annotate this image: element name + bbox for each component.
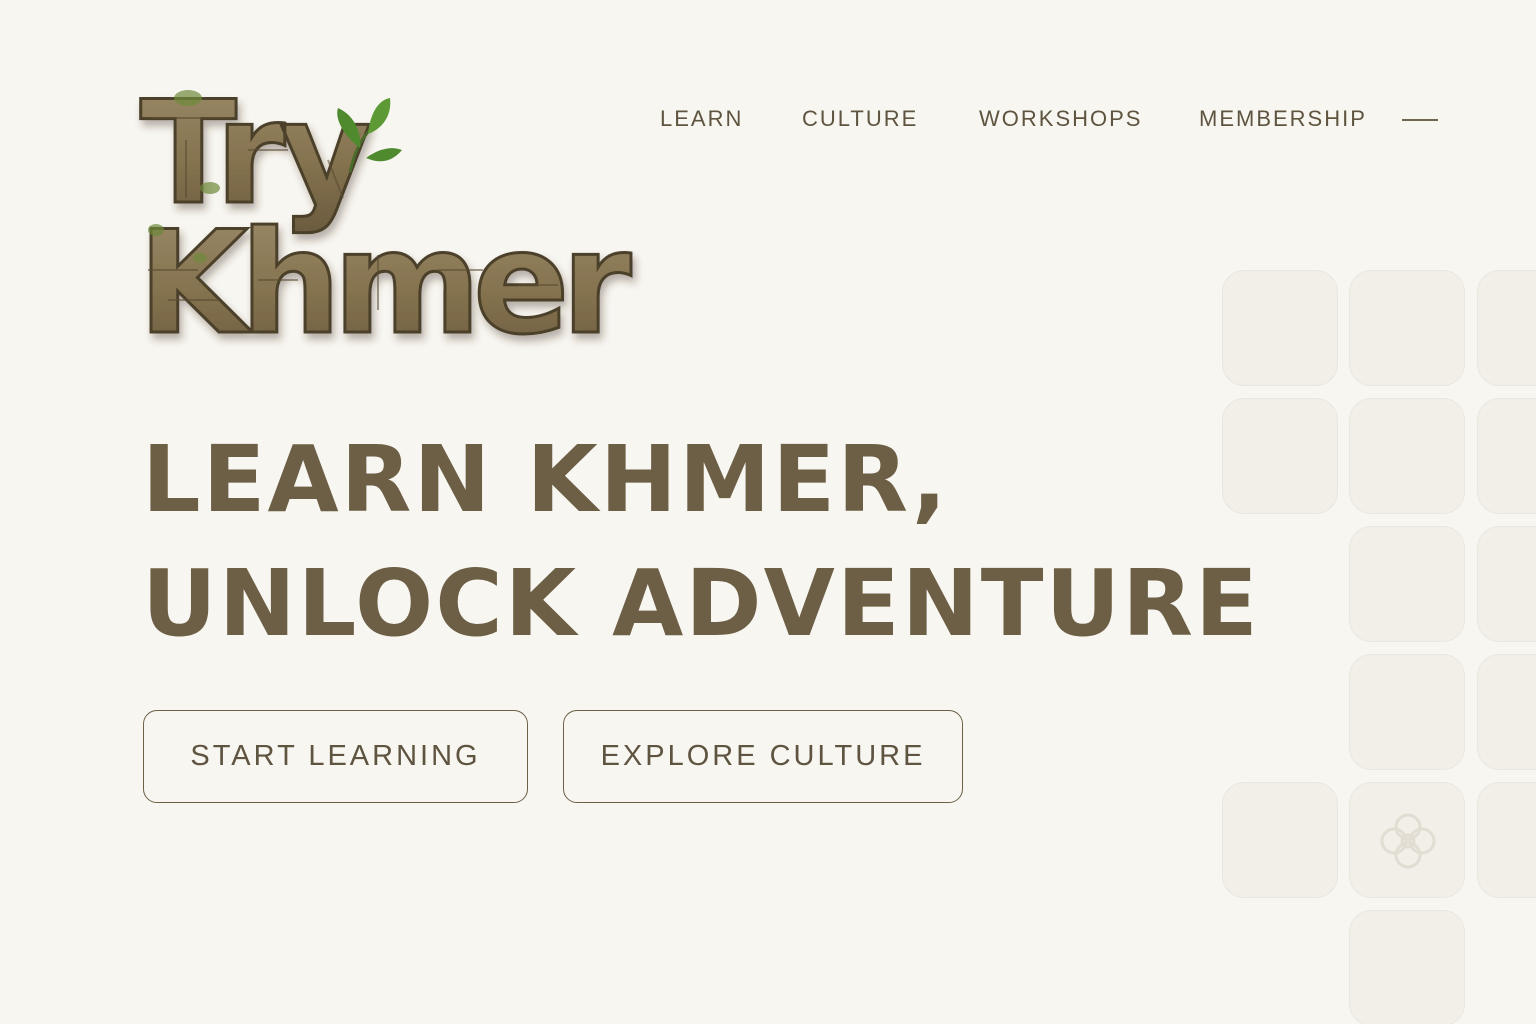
khmer-flower-icon: [1380, 813, 1436, 869]
decor-tile: [1222, 782, 1338, 898]
decor-tile: [1477, 782, 1536, 898]
menu-line-icon[interactable]: [1402, 119, 1438, 121]
decor-tile: [1477, 526, 1536, 642]
decor-tile: [1349, 270, 1465, 386]
decor-tile: [1477, 398, 1536, 514]
explore-culture-button[interactable]: EXPLORE CULTURE: [563, 710, 963, 803]
decor-tile: [1477, 270, 1536, 386]
decor-tile: [1222, 398, 1338, 514]
hero-heading-line-2: UNLOCK ADVENTURE: [142, 550, 1260, 657]
try-khmer-logo[interactable]: Try Khmer: [137, 70, 641, 368]
decor-tile: [1222, 270, 1338, 386]
decor-tile: [1349, 526, 1465, 642]
decor-tile-with-flower: [1349, 782, 1465, 898]
decor-tile: [1349, 654, 1465, 770]
logo-word-khmer: Khmer: [138, 201, 631, 366]
hero-heading-line-1: LEARN KHMER,: [142, 426, 949, 533]
start-learning-button[interactable]: START LEARNING: [143, 710, 528, 803]
decor-tile: [1349, 910, 1465, 1024]
hero-heading: LEARN KHMER, UNLOCK ADVENTURE: [142, 418, 1260, 666]
decor-tile: [1349, 398, 1465, 514]
nav-item-culture[interactable]: CULTURE: [802, 106, 918, 132]
decor-tile: [1477, 654, 1536, 770]
nav-item-membership[interactable]: MEMBERSHIP: [1199, 106, 1367, 132]
main-nav: LEARN CULTURE WORKSHOPS MEMBERSHIP: [660, 106, 1440, 134]
nav-item-workshops[interactable]: WORKSHOPS: [979, 106, 1142, 132]
nav-item-learn[interactable]: LEARN: [660, 106, 743, 132]
logo-graphic: Try Khmer: [137, 70, 641, 368]
